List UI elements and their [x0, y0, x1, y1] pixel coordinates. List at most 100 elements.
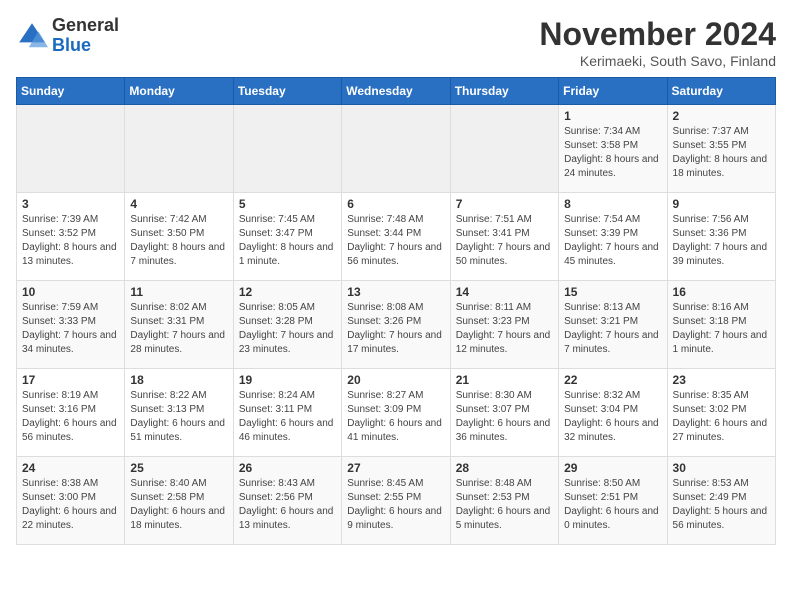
- day-info: Sunrise: 7:45 AM Sunset: 3:47 PM Dayligh…: [239, 213, 336, 269]
- week-row-0: 1 Sunrise: 7:34 AM Sunset: 3:58 PM Daylig…: [17, 105, 776, 193]
- day-cell: 21 Sunrise: 8:30 AM Sunset: 3:07 PM Dayli…: [450, 369, 558, 457]
- day-number: 25: [130, 461, 227, 475]
- day-info: Sunrise: 8:08 AM Sunset: 3:26 PM Dayligh…: [347, 301, 444, 357]
- day-number: 28: [456, 461, 553, 475]
- day-cell: [342, 105, 450, 193]
- day-cell: 30 Sunrise: 8:53 AM Sunset: 2:49 PM Dayli…: [667, 457, 775, 545]
- day-number: 3: [22, 197, 119, 211]
- day-cell: 10 Sunrise: 7:59 AM Sunset: 3:33 PM Dayli…: [17, 281, 125, 369]
- day-number: 15: [564, 285, 661, 299]
- calendar-table: SundayMondayTuesdayWednesdayThursdayFrid…: [16, 77, 776, 545]
- day-number: 2: [673, 109, 770, 123]
- day-cell: 5 Sunrise: 7:45 AM Sunset: 3:47 PM Daylig…: [233, 193, 341, 281]
- day-cell: 15 Sunrise: 8:13 AM Sunset: 3:21 PM Dayli…: [559, 281, 667, 369]
- day-info: Sunrise: 7:51 AM Sunset: 3:41 PM Dayligh…: [456, 213, 553, 269]
- week-row-4: 24Sunrise: 8:38 AM Sunset: 3:00 PM Dayli…: [17, 457, 776, 545]
- day-info: Sunrise: 8:43 AM Sunset: 2:56 PM Dayligh…: [239, 477, 336, 533]
- day-cell: 24Sunrise: 8:38 AM Sunset: 3:00 PM Dayli…: [17, 457, 125, 545]
- day-info: Sunrise: 7:34 AM Sunset: 3:58 PM Dayligh…: [564, 125, 661, 181]
- day-cell: 18 Sunrise: 8:22 AM Sunset: 3:13 PM Dayli…: [125, 369, 233, 457]
- day-cell: 6Sunrise: 7:48 AM Sunset: 3:44 PM Daylig…: [342, 193, 450, 281]
- day-info: Sunrise: 8:48 AM Sunset: 2:53 PM Dayligh…: [456, 477, 553, 533]
- week-row-3: 17Sunrise: 8:19 AM Sunset: 3:16 PM Dayli…: [17, 369, 776, 457]
- header-cell-friday: Friday: [559, 78, 667, 105]
- header-cell-wednesday: Wednesday: [342, 78, 450, 105]
- day-number: 21: [456, 373, 553, 387]
- day-info: Sunrise: 8:13 AM Sunset: 3:21 PM Dayligh…: [564, 301, 661, 357]
- title-area: November 2024 Kerimaeki, South Savo, Fin…: [539, 16, 776, 69]
- day-number: 5: [239, 197, 336, 211]
- day-info: Sunrise: 8:32 AM Sunset: 3:04 PM Dayligh…: [564, 389, 661, 445]
- day-number: 26: [239, 461, 336, 475]
- day-info: Sunrise: 8:38 AM Sunset: 3:00 PM Dayligh…: [22, 477, 119, 533]
- day-cell: 11Sunrise: 8:02 AM Sunset: 3:31 PM Dayli…: [125, 281, 233, 369]
- day-info: Sunrise: 7:37 AM Sunset: 3:55 PM Dayligh…: [673, 125, 770, 181]
- logo-icon: [16, 20, 48, 52]
- day-cell: 25Sunrise: 8:40 AM Sunset: 2:58 PM Dayli…: [125, 457, 233, 545]
- day-number: 12: [239, 285, 336, 299]
- day-number: 30: [673, 461, 770, 475]
- day-cell: 1 Sunrise: 7:34 AM Sunset: 3:58 PM Daylig…: [559, 105, 667, 193]
- header-row: SundayMondayTuesdayWednesdayThursdayFrid…: [17, 78, 776, 105]
- day-number: 18: [130, 373, 227, 387]
- day-info: Sunrise: 8:35 AM Sunset: 3:02 PM Dayligh…: [673, 389, 770, 445]
- day-info: Sunrise: 7:56 AM Sunset: 3:36 PM Dayligh…: [673, 213, 770, 269]
- logo: General Blue: [16, 16, 119, 56]
- day-cell: 20 Sunrise: 8:27 AM Sunset: 3:09 PM Dayli…: [342, 369, 450, 457]
- header-cell-saturday: Saturday: [667, 78, 775, 105]
- day-info: Sunrise: 8:30 AM Sunset: 3:07 PM Dayligh…: [456, 389, 553, 445]
- week-row-2: 10 Sunrise: 7:59 AM Sunset: 3:33 PM Dayli…: [17, 281, 776, 369]
- day-info: Sunrise: 8:27 AM Sunset: 3:09 PM Dayligh…: [347, 389, 444, 445]
- day-info: Sunrise: 8:53 AM Sunset: 2:49 PM Dayligh…: [673, 477, 770, 533]
- header-cell-thursday: Thursday: [450, 78, 558, 105]
- day-cell: [233, 105, 341, 193]
- day-number: 13: [347, 285, 444, 299]
- day-cell: 3 Sunrise: 7:39 AM Sunset: 3:52 PM Daylig…: [17, 193, 125, 281]
- calendar-header: SundayMondayTuesdayWednesdayThursdayFrid…: [17, 78, 776, 105]
- header-cell-tuesday: Tuesday: [233, 78, 341, 105]
- day-info: Sunrise: 7:39 AM Sunset: 3:52 PM Dayligh…: [22, 213, 119, 269]
- day-number: 14: [456, 285, 553, 299]
- day-cell: 7 Sunrise: 7:51 AM Sunset: 3:41 PM Daylig…: [450, 193, 558, 281]
- header: General Blue November 2024 Kerimaeki, So…: [16, 16, 776, 69]
- day-cell: 29Sunrise: 8:50 AM Sunset: 2:51 PM Dayli…: [559, 457, 667, 545]
- month-title: November 2024: [539, 16, 776, 53]
- day-cell: 12Sunrise: 8:05 AM Sunset: 3:28 PM Dayli…: [233, 281, 341, 369]
- day-cell: 8Sunrise: 7:54 AM Sunset: 3:39 PM Daylig…: [559, 193, 667, 281]
- day-cell: [450, 105, 558, 193]
- location: Kerimaeki, South Savo, Finland: [539, 53, 776, 69]
- day-number: 10: [22, 285, 119, 299]
- day-info: Sunrise: 7:59 AM Sunset: 3:33 PM Dayligh…: [22, 301, 119, 357]
- day-number: 20: [347, 373, 444, 387]
- day-info: Sunrise: 8:11 AM Sunset: 3:23 PM Dayligh…: [456, 301, 553, 357]
- day-number: 16: [673, 285, 770, 299]
- day-cell: 9 Sunrise: 7:56 AM Sunset: 3:36 PM Daylig…: [667, 193, 775, 281]
- logo-general: General: [52, 16, 119, 36]
- day-cell: 2 Sunrise: 7:37 AM Sunset: 3:55 PM Daylig…: [667, 105, 775, 193]
- day-info: Sunrise: 8:24 AM Sunset: 3:11 PM Dayligh…: [239, 389, 336, 445]
- day-cell: 28 Sunrise: 8:48 AM Sunset: 2:53 PM Dayli…: [450, 457, 558, 545]
- day-number: 8: [564, 197, 661, 211]
- day-cell: [125, 105, 233, 193]
- day-cell: 23Sunrise: 8:35 AM Sunset: 3:02 PM Dayli…: [667, 369, 775, 457]
- day-info: Sunrise: 8:22 AM Sunset: 3:13 PM Dayligh…: [130, 389, 227, 445]
- week-row-1: 3 Sunrise: 7:39 AM Sunset: 3:52 PM Daylig…: [17, 193, 776, 281]
- day-cell: 14 Sunrise: 8:11 AM Sunset: 3:23 PM Dayli…: [450, 281, 558, 369]
- logo-blue: Blue: [52, 36, 119, 56]
- day-number: 22: [564, 373, 661, 387]
- day-cell: 13 Sunrise: 8:08 AM Sunset: 3:26 PM Dayli…: [342, 281, 450, 369]
- day-number: 9: [673, 197, 770, 211]
- day-number: 29: [564, 461, 661, 475]
- day-info: Sunrise: 7:42 AM Sunset: 3:50 PM Dayligh…: [130, 213, 227, 269]
- day-number: 1: [564, 109, 661, 123]
- day-cell: 27Sunrise: 8:45 AM Sunset: 2:55 PM Dayli…: [342, 457, 450, 545]
- day-cell: 16 Sunrise: 8:16 AM Sunset: 3:18 PM Dayli…: [667, 281, 775, 369]
- calendar-body: 1 Sunrise: 7:34 AM Sunset: 3:58 PM Daylig…: [17, 105, 776, 545]
- day-number: 7: [456, 197, 553, 211]
- header-cell-monday: Monday: [125, 78, 233, 105]
- day-info: Sunrise: 8:16 AM Sunset: 3:18 PM Dayligh…: [673, 301, 770, 357]
- day-number: 27: [347, 461, 444, 475]
- day-info: Sunrise: 8:02 AM Sunset: 3:31 PM Dayligh…: [130, 301, 227, 357]
- logo-text: General Blue: [52, 16, 119, 56]
- day-number: 17: [22, 373, 119, 387]
